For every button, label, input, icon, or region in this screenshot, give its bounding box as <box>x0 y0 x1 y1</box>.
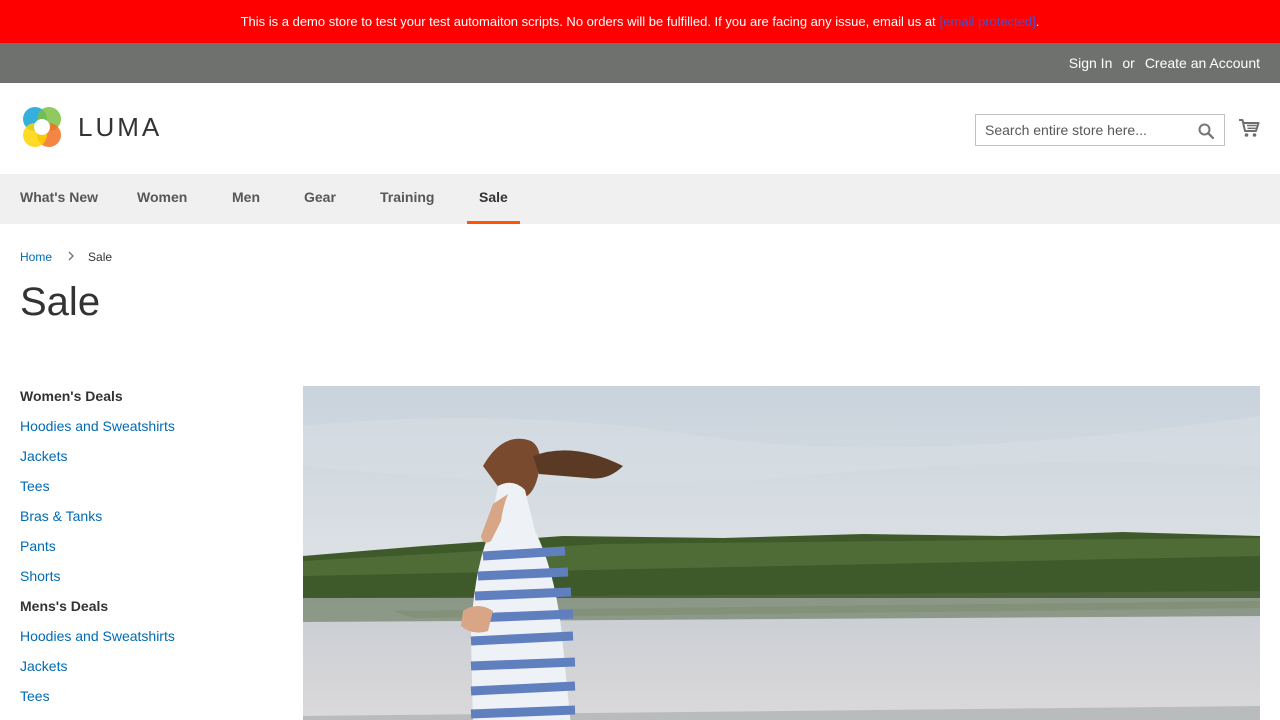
logo-text: LUMA <box>78 111 163 142</box>
demo-notice-banner: This is a demo store to test your test a… <box>0 0 1280 43</box>
sale-hero-image[interactable] <box>303 386 1260 720</box>
breadcrumb: Home Sale <box>20 250 112 264</box>
nav-item-women[interactable]: Women <box>137 174 187 224</box>
sign-in-link[interactable]: Sign In <box>1069 55 1113 71</box>
womens-hoodies-link[interactable]: Hoodies and Sweatshirts <box>20 415 280 445</box>
nav-item-whats-new[interactable]: What's New <box>20 174 98 224</box>
mens-deals-title: Mens's Deals <box>20 598 109 614</box>
demo-notice-end: . <box>1035 14 1040 29</box>
chevron-right-icon <box>68 250 74 264</box>
search-input[interactable] <box>976 122 1186 138</box>
create-account-link[interactable]: Create an Account <box>1145 55 1260 71</box>
mens-jackets-link[interactable]: Jackets <box>20 655 280 685</box>
breadcrumb-home-link[interactable]: Home <box>20 250 52 264</box>
search-icon[interactable] <box>1198 123 1215 144</box>
panel-or-text: or <box>1122 55 1135 71</box>
panel-header: Sign In or Create an Account <box>0 43 1280 83</box>
mens-hoodies-link[interactable]: Hoodies and Sweatshirts <box>20 625 280 655</box>
mens-tees-link[interactable]: Tees <box>20 685 280 715</box>
womens-jackets-link[interactable]: Jackets <box>20 445 280 475</box>
breadcrumb-current: Sale <box>88 250 113 264</box>
womens-pants-link[interactable]: Pants <box>20 535 280 565</box>
nav-item-training[interactable]: Training <box>380 174 434 224</box>
womens-deals-title: Women's Deals <box>20 388 123 404</box>
page-title: Sale <box>20 280 101 324</box>
hero-photo <box>303 386 1260 720</box>
luma-logo-icon <box>23 107 61 147</box>
demo-notice-email-link[interactable]: [email protected] <box>940 14 1036 29</box>
womens-bras-tanks-link[interactable]: Bras & Tanks <box>20 505 280 535</box>
womens-tees-link[interactable]: Tees <box>20 475 280 505</box>
demo-notice-text: This is a demo store to test your test a… <box>240 14 936 29</box>
luma-logo[interactable]: LUMA <box>20 105 162 149</box>
search-box <box>975 114 1225 146</box>
main-nav: What's New Women Men Gear Training Sale <box>0 174 1280 224</box>
nav-item-gear[interactable]: Gear <box>304 174 336 224</box>
cart-icon[interactable] <box>1238 118 1260 143</box>
nav-item-sale[interactable]: Sale <box>467 174 520 224</box>
nav-item-men[interactable]: Men <box>232 174 260 224</box>
womens-shorts-link[interactable]: Shorts <box>20 565 280 595</box>
header-main: LUMA <box>0 83 1280 174</box>
sidebar-deals: Women's Deals Hoodies and Sweatshirts Ja… <box>20 385 280 715</box>
